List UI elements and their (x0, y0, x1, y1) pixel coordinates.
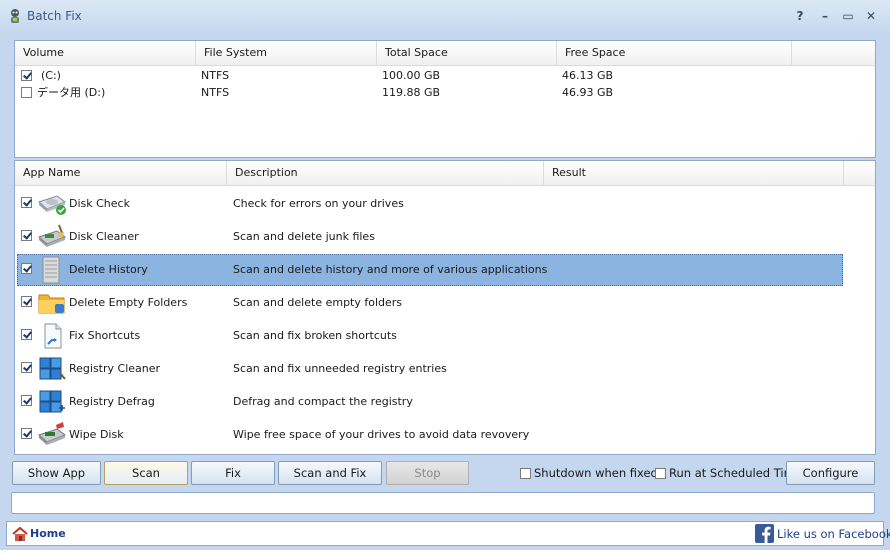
home-icon[interactable] (12, 526, 28, 542)
column-header-free-space[interactable]: Free Space (557, 41, 792, 65)
scheduled-label[interactable]: Run at Scheduled Time (669, 467, 802, 480)
app-checkbox[interactable] (21, 230, 32, 241)
volume-name: データ用 (D:) (37, 86, 106, 99)
app-description: Scan and delete history and more of vari… (233, 263, 548, 276)
column-header-app-name[interactable]: App Name (15, 161, 227, 185)
app-row-wipe-disk[interactable]: Wipe Disk Wipe free space of your drives… (17, 419, 843, 451)
app-name: Fix Shortcuts (69, 329, 141, 342)
volume-checkbox[interactable] (21, 70, 32, 81)
app-row-disk-cleaner[interactable]: Disk Cleaner Scan and delete junk files (17, 221, 843, 253)
registry-defrag-icon (39, 390, 65, 413)
scheduled-checkbox[interactable] (655, 468, 666, 479)
app-checkbox[interactable] (21, 428, 32, 439)
app-row-fix-shortcuts[interactable]: Fix Shortcuts Scan and fix broken shortc… (17, 320, 843, 352)
registry-cleaner-icon (39, 357, 66, 380)
app-name: Disk Cleaner (69, 230, 139, 243)
disk-cleaner-icon (38, 224, 67, 247)
shutdown-label[interactable]: Shutdown when fixed (534, 467, 658, 480)
column-header-description[interactable]: Description (227, 161, 544, 185)
facebook-link[interactable]: Like us on Facebook. (777, 527, 890, 541)
app-logo-icon (11, 9, 19, 23)
app-name: Registry Cleaner (69, 362, 161, 375)
fix-button[interactable]: Fix (191, 461, 275, 485)
volume-free-space: 46.93 GB (562, 86, 614, 99)
app-checkbox[interactable] (21, 197, 32, 208)
volume-name: (C:) (41, 69, 61, 82)
facebook-icon[interactable] (755, 524, 774, 543)
app-description: Wipe free space of your drives to avoid … (233, 428, 530, 441)
app-checkbox[interactable] (21, 296, 32, 307)
scan-and-fix-button[interactable]: Scan and Fix (278, 461, 382, 485)
app-list-header: App Name Description Result (15, 161, 875, 186)
volume-list: Volume File System Total Space Free Spac… (14, 40, 876, 158)
app-row-delete-history[interactable]: Delete History Scan and delete history a… (17, 254, 843, 286)
app-row-registry-cleaner[interactable]: Registry Cleaner Scan and fix unneeded r… (17, 353, 843, 385)
column-header-volume[interactable]: Volume (15, 41, 196, 65)
home-link[interactable]: Home (30, 527, 66, 541)
volume-total-space: 100.00 GB (382, 69, 441, 82)
column-header-total-space[interactable]: Total Space (377, 41, 557, 65)
title-bar: Batch Fix ? – ▭ ✕ (0, 0, 890, 33)
volume-total-space: 119.88 GB (382, 86, 441, 99)
footer-bar: Home Like us on Facebook. (6, 521, 890, 546)
disk-check-icon (38, 195, 67, 215)
volume-free-space: 46.13 GB (562, 69, 614, 82)
app-name: Delete Empty Folders (69, 296, 188, 309)
app-row-disk-check[interactable]: Disk Check Check for errors on your driv… (17, 188, 843, 220)
shortcut-icon (44, 323, 62, 349)
close-button[interactable]: ✕ (862, 7, 880, 25)
app-name: Wipe Disk (69, 428, 124, 441)
minimize-button[interactable]: – (816, 7, 834, 25)
app-name: Registry Defrag (69, 395, 155, 408)
app-description: Check for errors on your drives (233, 197, 404, 210)
volume-checkbox[interactable] (21, 87, 32, 98)
status-box (11, 492, 875, 514)
app-checkbox[interactable] (21, 329, 32, 340)
app-name: Delete History (69, 263, 148, 276)
app-list: App Name Description Result Disk Check C… (14, 160, 876, 455)
show-app-button[interactable]: Show App (12, 461, 101, 485)
app-description: Defrag and compact the registry (233, 395, 413, 408)
volume-list-header: Volume File System Total Space Free Spac… (15, 41, 875, 66)
wipe-disk-icon (38, 422, 67, 445)
maximize-button[interactable]: ▭ (839, 7, 857, 25)
delete-history-icon (42, 256, 60, 284)
folder-icon (38, 294, 65, 314)
shutdown-checkbox[interactable] (520, 468, 531, 479)
app-checkbox[interactable] (21, 263, 32, 274)
app-row-registry-defrag[interactable]: Registry Defrag Defrag and compact the r… (17, 386, 843, 418)
configure-button[interactable]: Configure (786, 461, 875, 485)
app-checkbox[interactable] (21, 362, 32, 373)
help-button[interactable]: ? (791, 7, 809, 25)
scan-button[interactable]: Scan (104, 461, 188, 485)
app-name: Disk Check (69, 197, 130, 210)
app-description: Scan and delete empty folders (233, 296, 403, 309)
volume-row[interactable]: データ用 (D:) NTFS 119.88 GB 46.93 GB (15, 84, 873, 101)
column-header-result[interactable]: Result (544, 161, 844, 185)
stop-button[interactable]: Stop (386, 461, 469, 485)
volume-file-system: NTFS (201, 86, 230, 99)
app-description: Scan and delete junk files (233, 230, 375, 243)
app-checkbox[interactable] (21, 395, 32, 406)
app-row-delete-empty-folders[interactable]: Delete Empty Folders Scan and delete emp… (17, 287, 843, 319)
volume-file-system: NTFS (201, 69, 230, 82)
column-header-file-system[interactable]: File System (196, 41, 377, 65)
app-description: Scan and fix broken shortcuts (233, 329, 397, 342)
app-description: Scan and fix unneeded registry entries (233, 362, 447, 375)
window-title: Batch Fix (27, 9, 82, 23)
volume-row[interactable]: (C:) NTFS 100.00 GB 46.13 GB (15, 67, 873, 84)
